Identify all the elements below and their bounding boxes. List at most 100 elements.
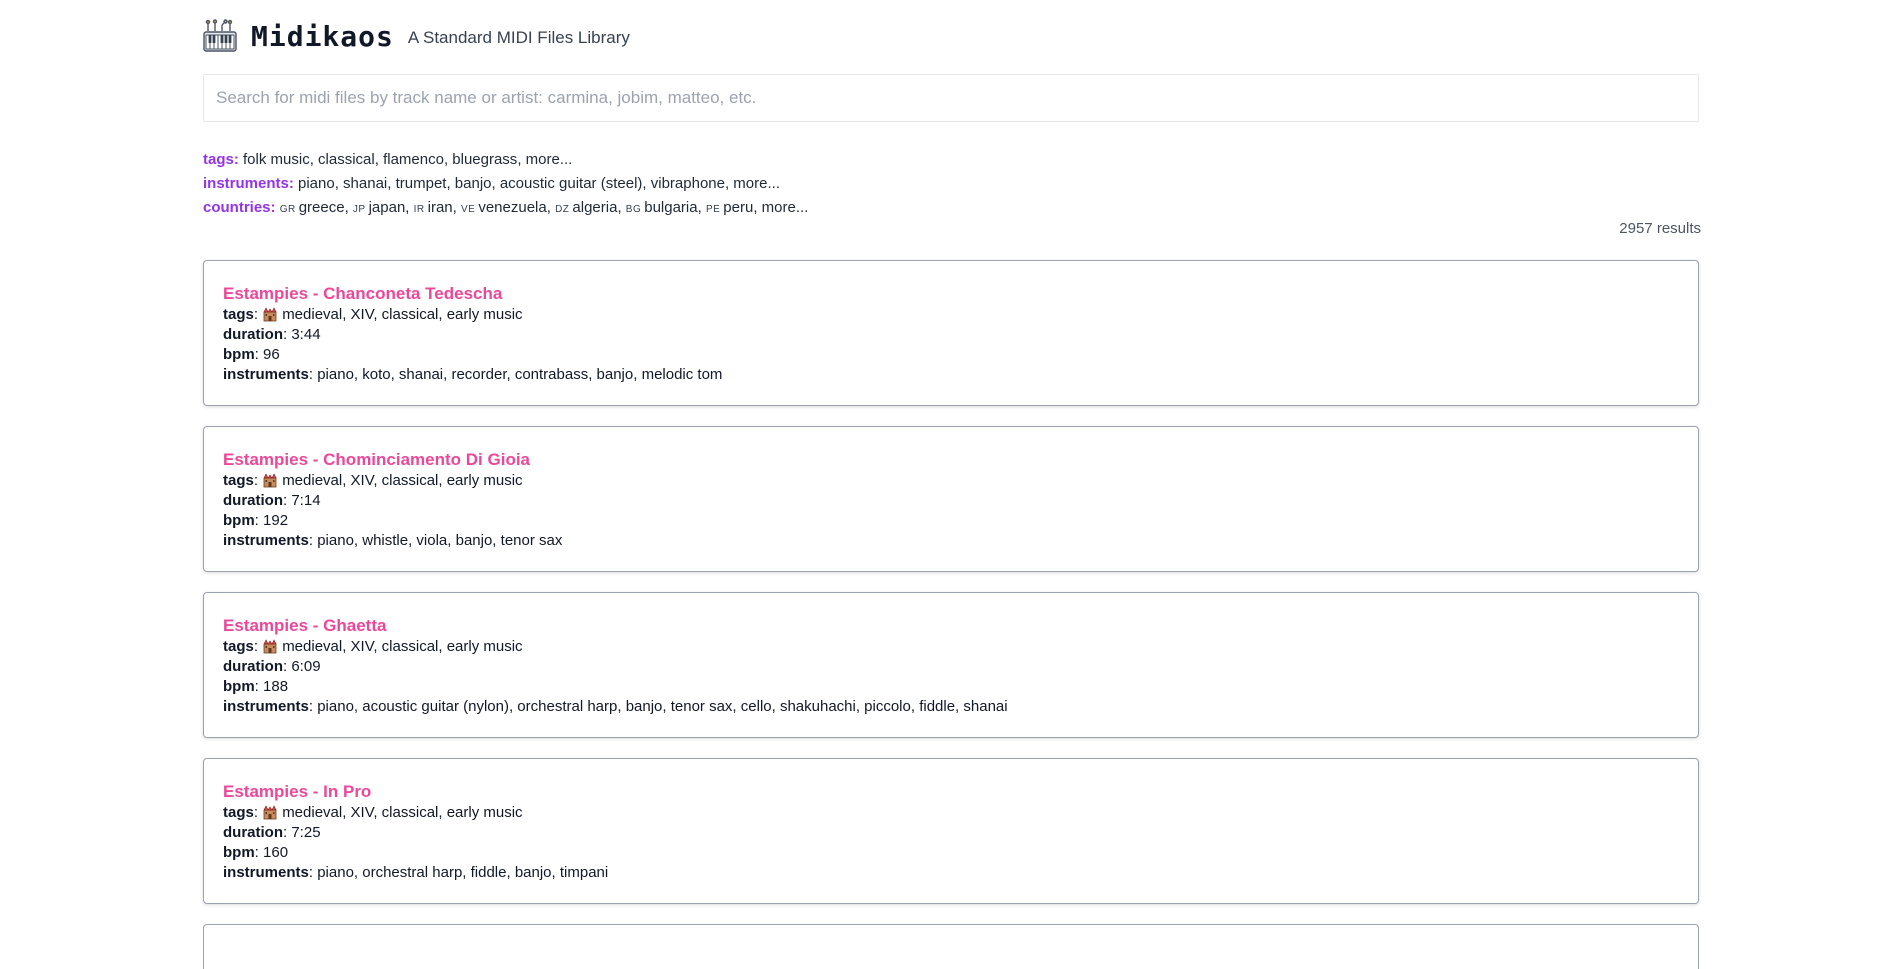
instrument-link-trumpet[interactable]: , trumpet — [387, 175, 446, 192]
track-duration: 6:09 — [291, 658, 321, 675]
track-duration: 7:14 — [291, 492, 321, 509]
track-instruments-row: instruments: piano, acoustic guitar (nyl… — [223, 698, 1008, 715]
track-duration-row: duration: 3:44 — [223, 326, 321, 343]
track-bpm-row: bpm: 160 — [223, 844, 289, 861]
countries-more-link[interactable]: more... — [762, 199, 809, 216]
track-card: Estampies - Chominciamento Di Gioia tags… — [203, 426, 1699, 572]
track-tags: medieval, XIV, classical, early music — [282, 804, 523, 821]
country-link-algeria[interactable]: DZ algeria — [555, 199, 617, 216]
track-tags-row: tags: medieval, XIV, classical, early mu… — [223, 472, 523, 489]
tags-label: tags — [223, 472, 254, 489]
track-bpm: 96 — [263, 346, 280, 363]
country-code-badge: GR — [279, 204, 296, 215]
track-instruments-row: instruments: piano, orchestral harp, fid… — [223, 864, 609, 881]
instruments-label: instruments — [223, 864, 309, 881]
instrument-link-shanai[interactable]: , shanai — [335, 175, 388, 192]
castle-icon — [263, 473, 277, 488]
instruments-label: instruments — [223, 366, 309, 383]
track-instruments-row: instruments: piano, whistle, viola, banj… — [223, 532, 563, 549]
castle-icon — [263, 805, 277, 820]
instruments-label: instruments — [223, 532, 309, 549]
filter-links: tags: folk music, classical, flamenco, b… — [203, 148, 808, 222]
country-link-bulgaria[interactable]: BG bulgaria — [626, 199, 698, 216]
instrument-link-banjo[interactable]: , banjo — [446, 175, 491, 192]
track-tags-row: tags: medieval, XIV, classical, early mu… — [223, 306, 523, 323]
bpm-label: bpm — [223, 346, 255, 363]
track-duration-row: duration: 7:25 — [223, 824, 321, 841]
country-name: greece — [298, 199, 345, 216]
tag-link-bluegrass[interactable]: , bluegrass — [444, 151, 517, 168]
track-card: Estampies - In Pro tags: medieval, XIV, … — [203, 758, 1699, 904]
country-link-venezuela[interactable]: VE venezuela — [461, 199, 547, 216]
search-input[interactable] — [203, 74, 1699, 122]
instruments-more-link[interactable]: , more... — [725, 175, 780, 192]
duration-label: duration — [223, 824, 283, 841]
country-code-badge: BG — [625, 204, 642, 215]
track-tags-row: tags: medieval, XIV, classical, early mu… — [223, 638, 523, 655]
track-title-link[interactable]: Estampies - Chanconeta Tedescha — [223, 283, 1679, 305]
country-code-badge: IR — [413, 204, 425, 215]
castle-icon — [263, 307, 277, 322]
track-tags: medieval, XIV, classical, early music — [282, 638, 523, 655]
tag-link-folk-music[interactable]: folk music — [239, 151, 310, 168]
track-title-link[interactable]: Estampies - Ghaetta — [223, 615, 1679, 637]
duration-label: duration — [223, 658, 283, 675]
track-duration-row: duration: 6:09 — [223, 658, 321, 675]
instruments-filter-label: instruments: — [203, 175, 294, 192]
country-name: bulgaria — [644, 199, 698, 216]
duration-label: duration — [223, 326, 283, 343]
country-code-badge: JP — [352, 204, 366, 215]
results-count: 2957 results — [1619, 220, 1701, 237]
track-card: Estampies - Chanconeta Tedescha tags: me… — [203, 260, 1699, 406]
tags-filter-row: tags: folk music, classical, flamenco, b… — [203, 148, 808, 172]
tags-label: tags — [223, 306, 254, 323]
keyboard-circuit-icon — [203, 19, 237, 52]
countries-filter-row: countries: GR greece, JP japan, IR iran, VE… — [203, 199, 809, 216]
country-name: iran — [427, 199, 453, 216]
instrument-link-piano[interactable]: piano — [294, 175, 335, 192]
instrument-link-acoustic-guitar-steel[interactable]: , acoustic guitar (steel) — [492, 175, 643, 192]
track-card: Estampies - Ghaetta tags: medieval, XIV,… — [203, 592, 1699, 738]
track-instruments: piano, orchestral harp, fiddle, banjo, t… — [317, 864, 609, 881]
bpm-label: bpm — [223, 678, 255, 695]
tags-more-link[interactable]: , more... — [517, 151, 572, 168]
instruments-label: instruments — [223, 698, 309, 715]
country-code-badge: DZ — [555, 204, 570, 215]
instruments-filter-row: instruments: piano, shanai, trumpet, ban… — [203, 172, 808, 196]
country-name: japan — [368, 199, 406, 216]
track-instruments: piano, koto, shanai, recorder, contrabas… — [317, 366, 723, 383]
track-duration-row: duration: 7:14 — [223, 492, 321, 509]
track-tags: medieval, XIV, classical, early music — [282, 472, 523, 489]
country-link-japan[interactable]: JP japan — [353, 199, 405, 216]
track-duration: 7:25 — [291, 824, 321, 841]
track-bpm-row: bpm: 188 — [223, 678, 289, 695]
track-instruments: piano, acoustic guitar (nylon), orchestr… — [317, 698, 1008, 715]
brand-title[interactable]: Midikaos — [251, 20, 394, 53]
track-duration: 3:44 — [291, 326, 321, 343]
track-bpm-row: bpm: 192 — [223, 512, 289, 529]
track-tags: medieval, XIV, classical, early music — [282, 306, 523, 323]
country-link-greece[interactable]: GR greece — [280, 199, 345, 216]
track-title-link[interactable]: Estampies - In Pro — [223, 781, 1679, 803]
country-code-badge: PE — [705, 204, 721, 215]
countries-filter-label: countries: — [203, 199, 276, 216]
track-tags-row: tags: medieval, XIV, classical, early mu… — [223, 804, 523, 821]
track-bpm: 160 — [263, 844, 289, 861]
brand-tagline: A Standard MIDI Files Library — [407, 28, 630, 47]
bpm-label: bpm — [223, 512, 255, 529]
instrument-link-vibraphone[interactable]: , vibraphone — [642, 175, 725, 192]
country-name: peru — [723, 199, 754, 216]
tag-link-flamenco[interactable]: , flamenco — [375, 151, 444, 168]
tag-link-classical[interactable]: , classical — [310, 151, 375, 168]
tags-filter-label: tags: — [203, 151, 239, 168]
duration-label: duration — [223, 492, 283, 509]
country-name: venezuela — [478, 199, 547, 216]
bpm-label: bpm — [223, 844, 255, 861]
track-title-link[interactable]: Estampies - Chominciamento Di Gioia — [223, 449, 1679, 471]
tags-label: tags — [223, 804, 254, 821]
tags-label: tags — [223, 638, 254, 655]
track-bpm-row: bpm: 96 — [223, 346, 280, 363]
country-link-iran[interactable]: IR iran — [414, 199, 453, 216]
country-link-peru[interactable]: PE peru — [706, 199, 753, 216]
castle-icon — [263, 639, 277, 654]
